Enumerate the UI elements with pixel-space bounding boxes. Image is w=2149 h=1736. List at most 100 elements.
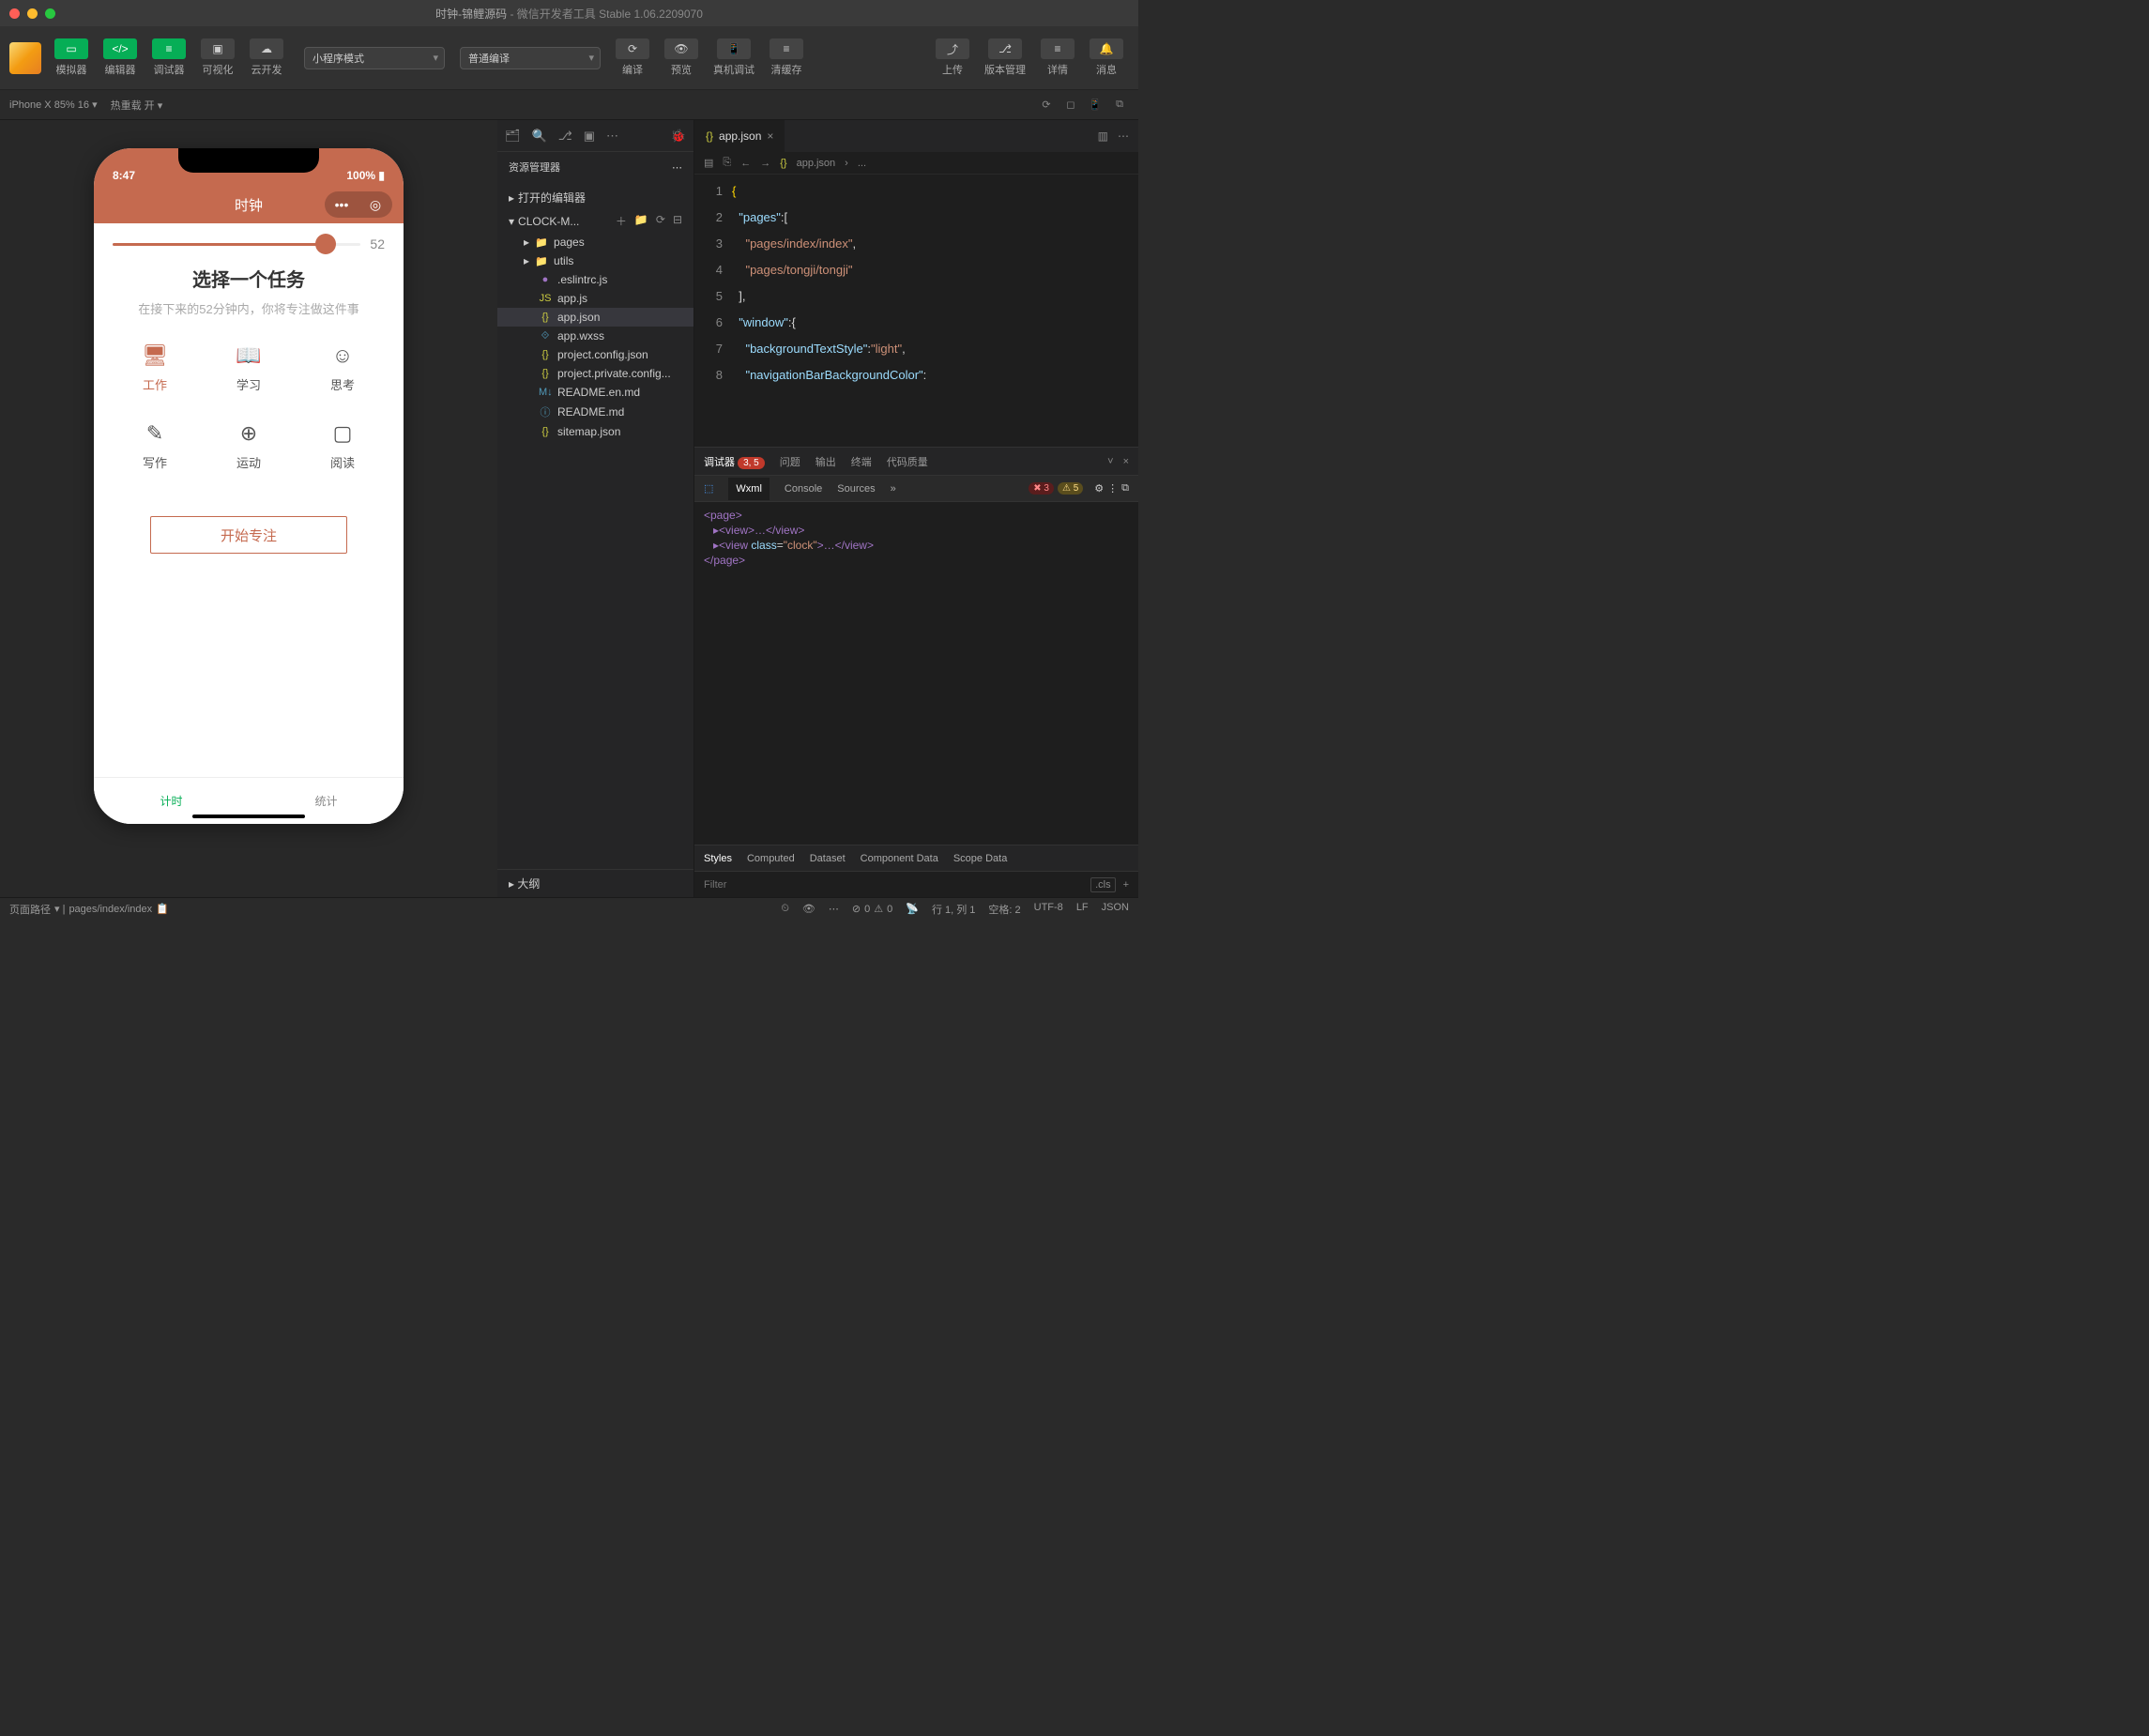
devtools-settings-icon[interactable]: ⚙ <box>1094 482 1104 495</box>
add-style-icon[interactable]: + <box>1123 879 1129 891</box>
extensions-icon[interactable]: ▣ <box>584 129 595 144</box>
tab-more[interactable]: » <box>891 483 896 495</box>
collapse-tree-icon[interactable]: ⊟ <box>673 213 682 229</box>
file-readme[interactable]: ⓘREADME.md <box>497 402 693 422</box>
split-editor-icon[interactable]: ▥ <box>1098 129 1108 143</box>
opened-editors-section[interactable]: ▸ 打开的编辑器 <box>497 186 693 209</box>
inspect-icon[interactable]: ⬚ <box>704 482 713 495</box>
maximize-window-button[interactable] <box>45 8 55 19</box>
cls-button[interactable]: .cls <box>1090 877 1116 892</box>
file-app-wxss[interactable]: ⟐app.wxss <box>497 327 693 345</box>
upload-button[interactable]: ⤴上传 <box>930 37 975 79</box>
files-icon[interactable]: 🗂 <box>505 129 521 144</box>
refresh-tree-icon[interactable]: ⟳ <box>656 213 665 229</box>
tab-debugger[interactable]: 调试器 3, 5 <box>704 454 765 469</box>
eol[interactable]: LF <box>1076 902 1089 917</box>
menu-icon[interactable]: ••• <box>325 197 358 212</box>
tab-console[interactable]: Console <box>785 483 822 495</box>
task-read[interactable]: ▢阅读 <box>300 421 385 471</box>
task-think[interactable]: ☺思考 <box>300 343 385 393</box>
tab-dataset[interactable]: Dataset <box>810 853 846 864</box>
close-panel-icon[interactable]: × <box>1123 456 1129 467</box>
breadcrumb-file[interactable]: app.json <box>797 158 836 169</box>
file-project-private[interactable]: {}project.private.config... <box>497 364 693 383</box>
hot-reload-toggle[interactable]: 热重载 开 ▾ <box>111 98 163 113</box>
tab-computed[interactable]: Computed <box>747 853 795 864</box>
device-selector[interactable]: iPhone X 85% 16 ▾ <box>9 99 98 111</box>
file-eslintrc[interactable]: ●.eslintrc.js <box>497 270 693 289</box>
start-focus-button[interactable]: 开始专注 <box>150 516 347 554</box>
perf-icon[interactable]: ⏲ <box>781 903 789 915</box>
tab-wxml[interactable]: Wxml <box>728 478 770 500</box>
minimize-window-button[interactable] <box>27 8 38 19</box>
styles-filter-input[interactable] <box>704 879 1083 891</box>
refresh-icon[interactable]: ⟳ <box>1037 96 1056 114</box>
tab-output[interactable]: 输出 <box>815 454 836 469</box>
user-avatar[interactable] <box>9 42 41 74</box>
compile-button[interactable]: ⟳编译 <box>610 37 655 79</box>
task-write[interactable]: ✎写作 <box>113 421 197 471</box>
simulator-toggle[interactable]: ▭模拟器 <box>49 37 94 79</box>
new-folder-icon[interactable]: 📁 <box>634 213 648 229</box>
close-window-button[interactable] <box>9 8 20 19</box>
encoding[interactable]: UTF-8 <box>1034 902 1063 917</box>
duration-slider[interactable]: 52 <box>94 223 404 257</box>
task-study[interactable]: 📖学习 <box>206 343 291 393</box>
outline-section[interactable]: ▸ 大纲 <box>497 869 693 897</box>
search-icon[interactable]: 🔍 <box>532 129 547 144</box>
remote-debug-button[interactable]: 📱真机调试 <box>708 37 760 79</box>
editor-tab-app-json[interactable]: {}app.json× <box>694 120 785 152</box>
devtools-dock-icon[interactable]: ⧉ <box>1121 482 1129 495</box>
git-icon[interactable]: ⎇ <box>558 129 572 144</box>
tab-scope-data[interactable]: Scope Data <box>953 853 1007 864</box>
editor-menu-icon[interactable]: ⋯ <box>1118 129 1129 143</box>
collapse-panel-icon[interactable]: ˅ <box>1107 456 1113 467</box>
indent-setting[interactable]: 空格: 2 <box>988 902 1020 917</box>
mode-dropdown[interactable]: 小程序模式 <box>304 47 445 69</box>
nav-forward-icon[interactable]: → <box>760 158 770 169</box>
tab-sources[interactable]: Sources <box>837 483 875 495</box>
device-icon[interactable]: 📱 <box>1086 96 1105 114</box>
project-root[interactable]: ▾ CLOCK-M... ＋ 📁 ⟳ ⊟ <box>497 209 693 233</box>
language-mode[interactable]: JSON <box>1102 902 1129 917</box>
close-app-icon[interactable]: ◎ <box>358 197 392 213</box>
stop-icon[interactable]: ◻ <box>1061 96 1080 114</box>
code-editor[interactable]: 12345678 { "pages":[ "pages/index/index"… <box>694 175 1138 447</box>
close-tab-icon[interactable]: × <box>767 129 773 143</box>
tab-styles[interactable]: Styles <box>704 853 732 864</box>
details-button[interactable]: ≡详情 <box>1035 37 1080 79</box>
status-broadcast-icon[interactable]: 📡 <box>906 903 919 915</box>
bug-icon[interactable]: 🐞 <box>671 129 686 144</box>
file-app-json[interactable]: {}app.json <box>497 308 693 327</box>
cloud-button[interactable]: ☁云开发 <box>244 37 289 79</box>
eye-icon[interactable]: 👁 <box>802 903 815 915</box>
cursor-position[interactable]: 行 1, 列 1 <box>932 902 975 917</box>
compile-mode-dropdown[interactable]: 普通编译 <box>460 47 601 69</box>
explorer-menu-icon[interactable]: ⋯ <box>672 161 682 174</box>
tab-component-data[interactable]: Component Data <box>861 853 938 864</box>
debugger-toggle[interactable]: ≡调试器 <box>146 37 191 79</box>
capsule-buttons[interactable]: •••◎ <box>325 191 392 218</box>
popout-icon[interactable]: ⧉ <box>1110 96 1129 114</box>
version-button[interactable]: ⎇版本管理 <box>979 37 1031 79</box>
new-file-icon[interactable]: ＋ <box>616 213 627 229</box>
file-readme-en[interactable]: M↓README.en.md <box>497 383 693 402</box>
more-icon[interactable]: ⋯ <box>606 129 618 144</box>
file-sitemap[interactable]: {}sitemap.json <box>497 422 693 441</box>
devtools-menu-icon[interactable]: ⋮ <box>1107 482 1118 495</box>
folder-pages[interactable]: ▸ 📁pages <box>497 233 693 251</box>
tab-problems[interactable]: 问题 <box>780 454 800 469</box>
folder-utils[interactable]: ▸ 📁utils <box>497 251 693 270</box>
editor-toggle[interactable]: </>编辑器 <box>98 37 143 79</box>
toggle-sidebar-icon[interactable]: ▤ <box>704 157 713 169</box>
more-status-icon[interactable]: ⋯ <box>829 903 839 915</box>
tab-terminal[interactable]: 终端 <box>851 454 872 469</box>
bookmark-icon[interactable]: ⎘ <box>723 157 731 169</box>
preview-button[interactable]: 👁预览 <box>659 37 704 79</box>
warning-count[interactable]: ⚠ 5 <box>1058 482 1083 495</box>
nav-back-icon[interactable]: ← <box>740 158 751 169</box>
messages-button[interactable]: 🔔消息 <box>1084 37 1129 79</box>
wxml-inspector[interactable]: <page> ▸<view>…</view> ▸<view class="clo… <box>694 502 1138 845</box>
file-app-js[interactable]: JSapp.js <box>497 289 693 308</box>
clear-cache-button[interactable]: ≡清缓存 <box>764 37 809 79</box>
